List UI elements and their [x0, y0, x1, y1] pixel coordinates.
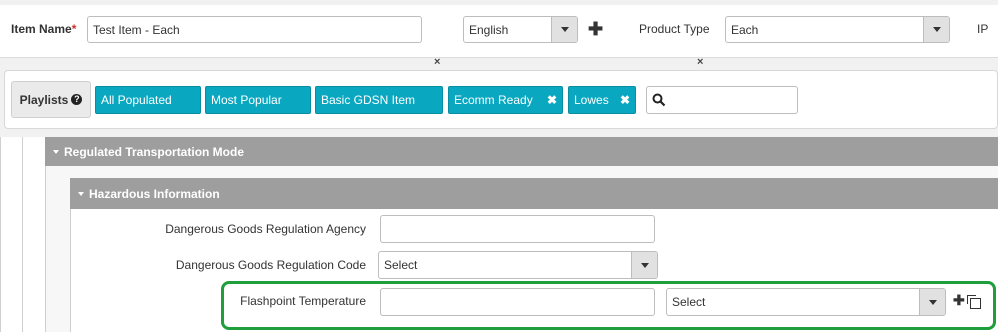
playlist-tag-label: Basic GDSN Item: [321, 93, 416, 107]
remove-tag-icon[interactable]: ✖: [547, 93, 557, 107]
caret-down-icon: [78, 191, 84, 196]
product-type-value: Each: [731, 22, 759, 37]
section-title: Hazardous Information: [89, 186, 220, 201]
ip-label: IP: [977, 22, 989, 36]
playlist-tag-most-popular[interactable]: Most Popular: [205, 86, 311, 114]
playlist-tag-ecomm-ready[interactable]: Ecomm Ready ✖: [448, 86, 563, 114]
dg-code-select-value: Select: [384, 258, 418, 272]
question-circle-icon[interactable]: ?: [71, 94, 83, 105]
playlist-tag-basic-gdsn-item[interactable]: Basic GDSN Item: [315, 86, 443, 114]
search-icon: [652, 93, 666, 107]
chevron-down-icon: [923, 17, 949, 42]
chevron-down-icon: [551, 17, 577, 42]
product-type-select[interactable]: Each: [725, 16, 950, 43]
playlist-tag-all-populated[interactable]: All Populated: [95, 86, 201, 114]
item-name-input[interactable]: Test Item - Each: [87, 16, 422, 43]
product-type-label: Product Type: [639, 22, 710, 36]
close-icon[interactable]: ×: [434, 56, 440, 68]
item-name-label: Item Name*: [11, 22, 76, 36]
playlist-tag-label: Lowes: [574, 93, 609, 107]
chevron-down-icon: [631, 252, 657, 278]
language-select[interactable]: English: [463, 16, 578, 43]
playlist-tag-label: All Populated: [101, 93, 172, 107]
dg-code-label: Dangerous Goods Regulation Code: [175, 258, 366, 272]
dg-code-select[interactable]: Select: [378, 251, 658, 279]
tree-indent-line: [22, 137, 23, 332]
section-header-hazardous-info[interactable]: Hazardous Information: [70, 178, 998, 209]
playlist-search-input[interactable]: [646, 86, 798, 114]
remove-tag-icon[interactable]: ✖: [620, 93, 630, 107]
dg-agency-input[interactable]: [380, 215, 655, 243]
dg-agency-label: Dangerous Goods Regulation Agency: [165, 222, 366, 236]
highlight-box: [221, 281, 996, 330]
plus-icon[interactable]: ✚: [588, 20, 603, 38]
playlist-tag-label: Most Popular: [211, 93, 282, 107]
section-title: Regulated Transportation Mode: [64, 144, 245, 159]
playlist-tag-label: Ecomm Ready: [454, 93, 533, 107]
item-name-label-text: Item Name: [11, 22, 72, 36]
section-header-regulated-transport[interactable]: Regulated Transportation Mode: [45, 137, 998, 166]
language-select-value: English: [469, 22, 509, 37]
caret-down-icon: [53, 149, 59, 154]
playlist-tag-lowes[interactable]: Lowes ✖: [568, 86, 636, 114]
item-name-value: Test Item - Each: [93, 22, 180, 37]
required-asterisk: *: [71, 22, 77, 36]
close-icon[interactable]: ×: [697, 56, 703, 68]
playlists-label: Playlists ?: [11, 81, 91, 118]
playlists-label-text: Playlists: [19, 92, 69, 107]
